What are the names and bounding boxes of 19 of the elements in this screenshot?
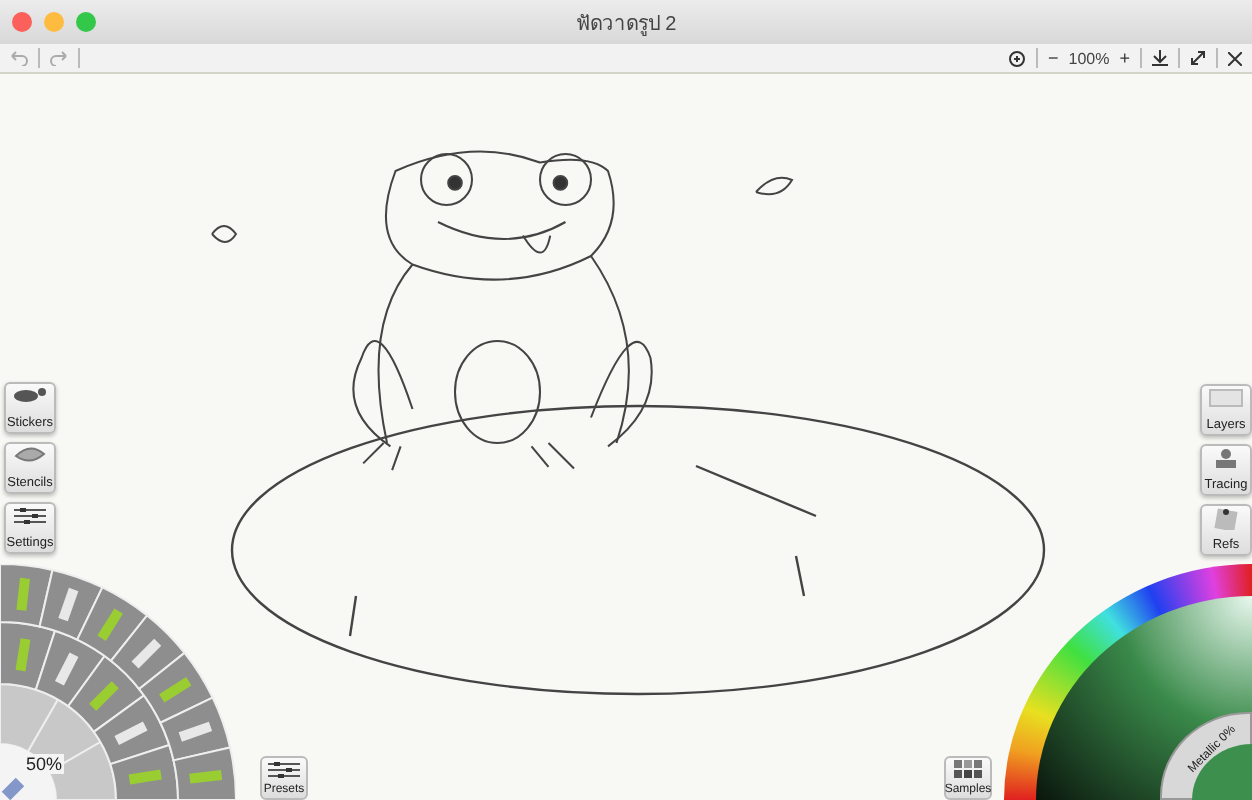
grid-icon	[954, 760, 982, 780]
sliders-icon	[266, 760, 302, 780]
zoom-in-button[interactable]: +	[1117, 46, 1132, 70]
undo-button[interactable]	[8, 46, 30, 70]
close-window-icon[interactable]	[12, 12, 32, 32]
window-title: ฟัดวาดรูป 2	[573, 11, 679, 37]
fullscreen-button[interactable]	[1188, 46, 1208, 70]
sticker-add-button[interactable]	[1006, 46, 1028, 70]
close-button[interactable]	[1226, 46, 1244, 70]
maximize-window-icon[interactable]	[76, 12, 96, 32]
layers-icon	[1208, 388, 1244, 408]
stencil-icon	[12, 446, 48, 464]
zoom-level: 100%	[1068, 49, 1110, 67]
download-button[interactable]	[1150, 46, 1170, 70]
redo-button[interactable]	[48, 46, 70, 70]
zoom-out-button[interactable]: −	[1046, 46, 1061, 70]
tool-wheel-drawing[interactable]	[0, 564, 236, 800]
sliders-icon	[12, 506, 48, 526]
brush-size-label: 50%	[24, 754, 65, 774]
